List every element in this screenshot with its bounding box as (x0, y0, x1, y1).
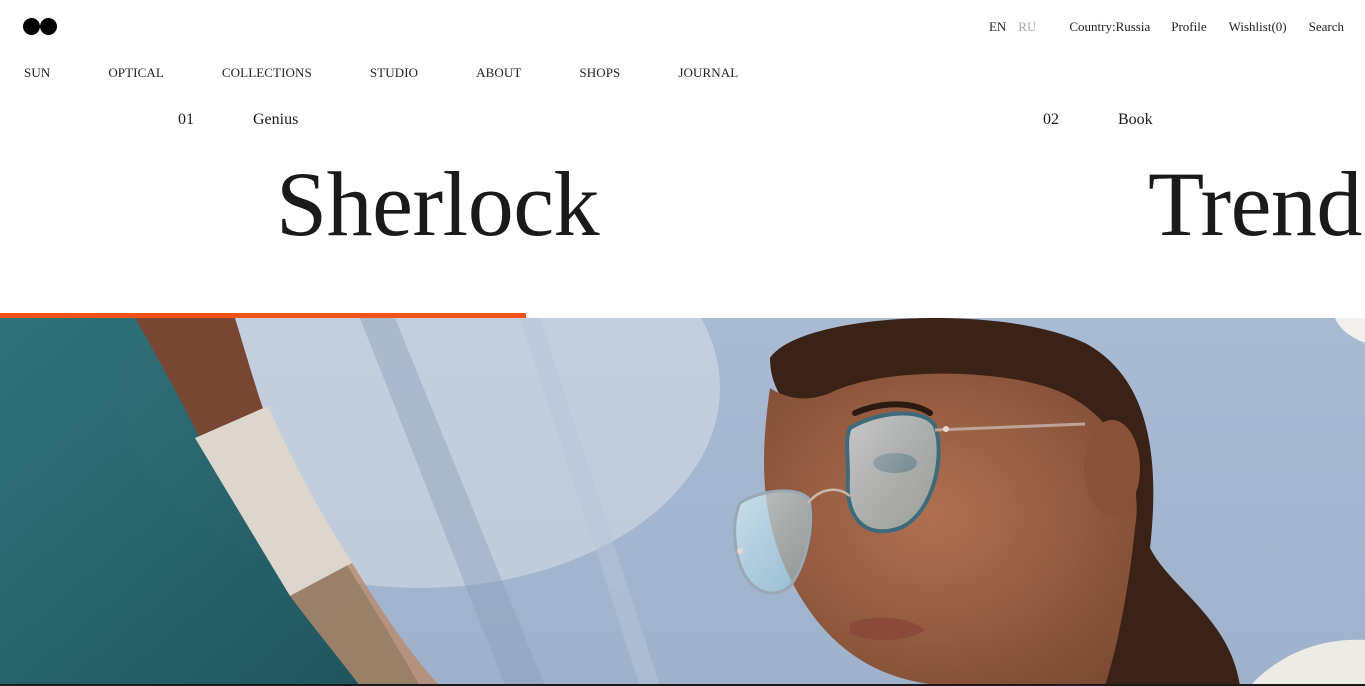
logo-dot-left (23, 18, 40, 35)
language-en-link[interactable]: EN (989, 19, 1006, 35)
nav-item-studio[interactable]: STUDIO (370, 65, 418, 81)
nav-item-about[interactable]: ABOUT (476, 65, 521, 81)
language-ru-link[interactable]: RU (1018, 19, 1036, 35)
page: EN RU Country:Russia Profile Wishlist(0)… (0, 0, 1365, 686)
slide-2-title[interactable]: Trend (1148, 150, 1362, 258)
hero-photo-illustration (0, 318, 1365, 686)
slide-1-number: 01 (178, 111, 194, 128)
nav-item-collections[interactable]: COLLECTIONS (222, 65, 312, 81)
brand-logo[interactable] (23, 18, 57, 35)
slide-2-category[interactable]: Book (1118, 111, 1153, 129)
utility-nav: EN RU Country:Russia Profile Wishlist(0)… (989, 19, 1344, 35)
country-selector[interactable]: Country:Russia (1069, 19, 1150, 35)
nav-item-shops[interactable]: SHOPS (579, 65, 620, 81)
slide-1-title[interactable]: Sherlock (276, 150, 600, 258)
profile-link[interactable]: Profile (1171, 19, 1206, 35)
slide-2-number: 02 (1043, 111, 1059, 128)
search-link[interactable]: Search (1309, 19, 1344, 35)
nav-item-journal[interactable]: JOURNAL (678, 65, 738, 81)
nav-item-optical[interactable]: OPTICAL (108, 65, 164, 81)
main-nav: SUN OPTICAL COLLECTIONS STUDIO ABOUT SHO… (24, 65, 796, 81)
slide-1-category[interactable]: Genius (253, 111, 298, 129)
logo-dot-right (40, 18, 57, 35)
hero-image[interactable] (0, 318, 1365, 686)
wishlist-link[interactable]: Wishlist(0) (1229, 19, 1287, 35)
nav-item-sun[interactable]: SUN (24, 65, 50, 81)
